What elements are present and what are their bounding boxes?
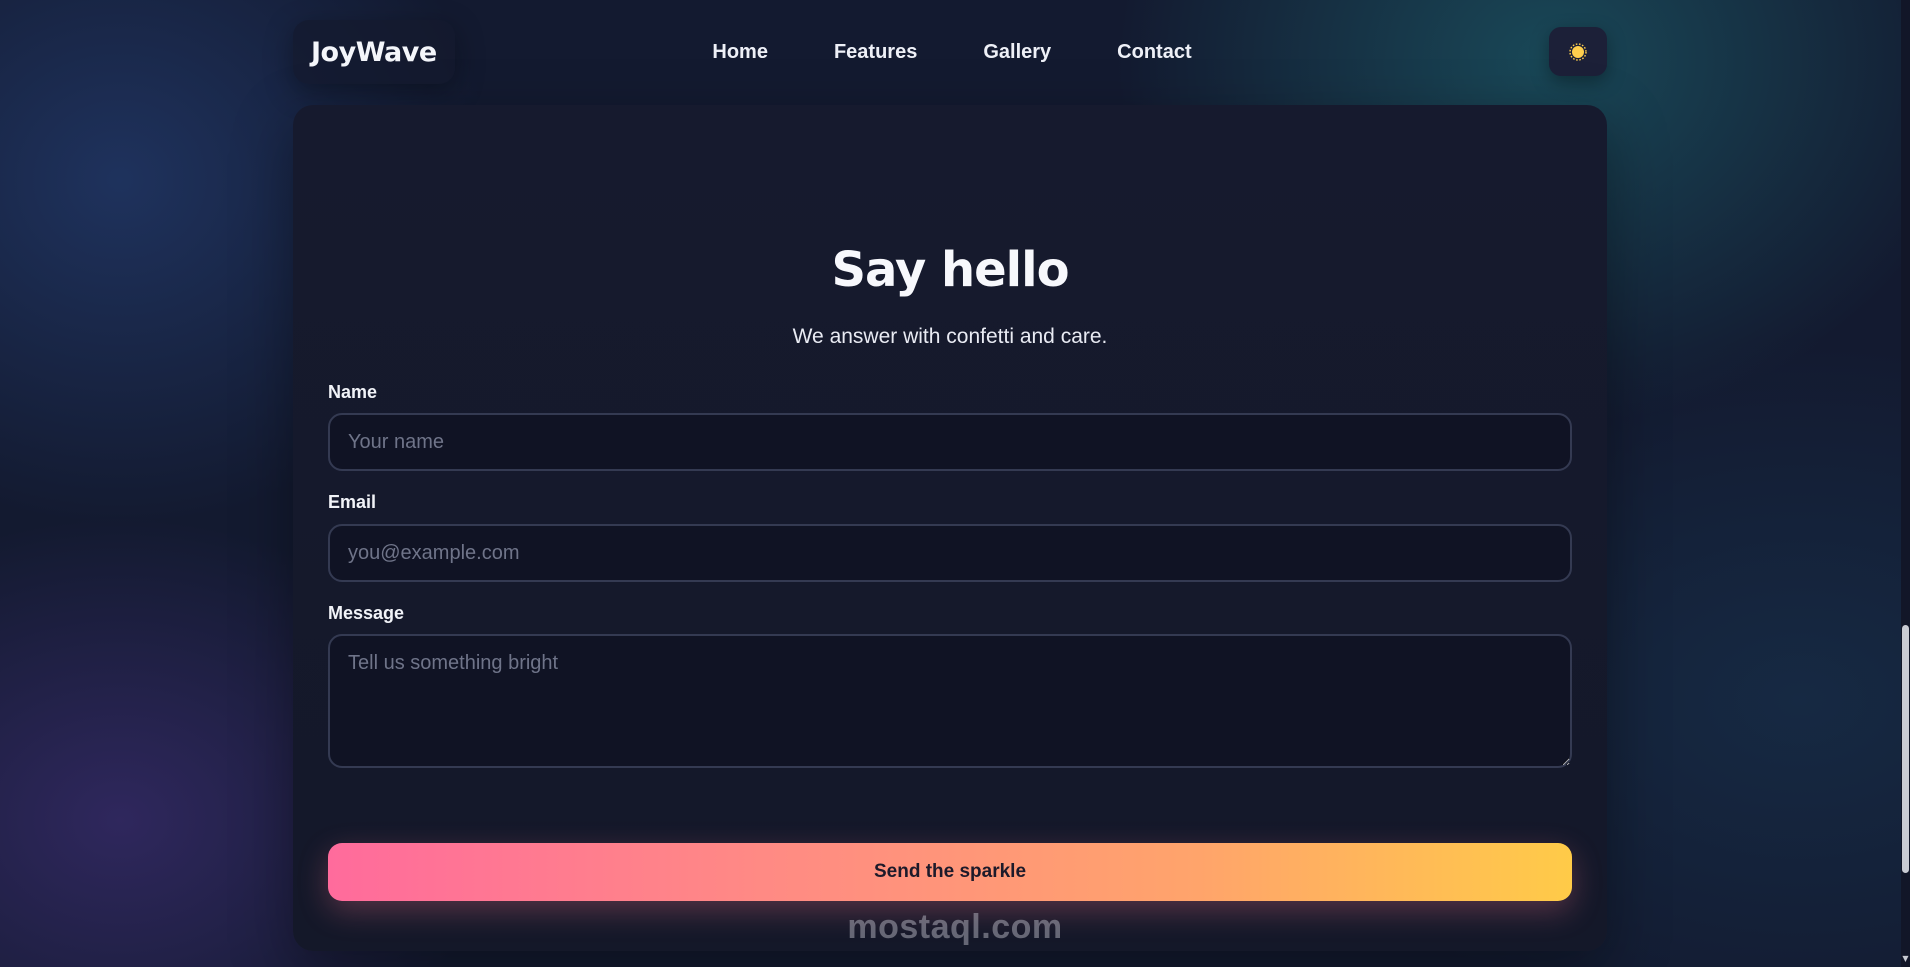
scrollbar-thumb[interactable] xyxy=(1902,625,1909,873)
site-header: JoyWave Home Features Gallery Contact xyxy=(293,20,1607,84)
theme-toggle-button[interactable] xyxy=(1549,27,1607,76)
send-button[interactable]: Send the sparkle xyxy=(328,843,1572,901)
main-nav: Home Features Gallery Contact xyxy=(293,20,1607,84)
name-label: Name xyxy=(328,382,378,402)
nav-item-contact[interactable]: Contact xyxy=(1113,41,1191,64)
message-label: Message xyxy=(328,603,405,623)
message-textarea[interactable] xyxy=(328,634,1572,768)
contact-card: Say hello We answer with confetti and ca… xyxy=(293,105,1607,951)
brand-logo[interactable]: JoyWave xyxy=(293,20,455,84)
nav-item-gallery[interactable]: Gallery xyxy=(979,41,1051,64)
email-label: Email xyxy=(328,492,377,512)
watermark-text: mostaql.com xyxy=(847,908,1063,946)
page-title: Say hello xyxy=(831,242,1069,298)
page-subtitle: We answer with confetti and care. xyxy=(792,325,1108,348)
email-input[interactable] xyxy=(328,524,1572,582)
nav-item-home[interactable]: Home xyxy=(708,41,768,64)
page-scrollbar[interactable]: ▼ xyxy=(1901,0,1910,967)
scroll-down-arrow-icon[interactable]: ▼ xyxy=(1901,954,1910,963)
name-input[interactable] xyxy=(328,413,1572,471)
nav-item-features[interactable]: Features xyxy=(830,41,917,64)
sun-icon xyxy=(1569,42,1587,61)
